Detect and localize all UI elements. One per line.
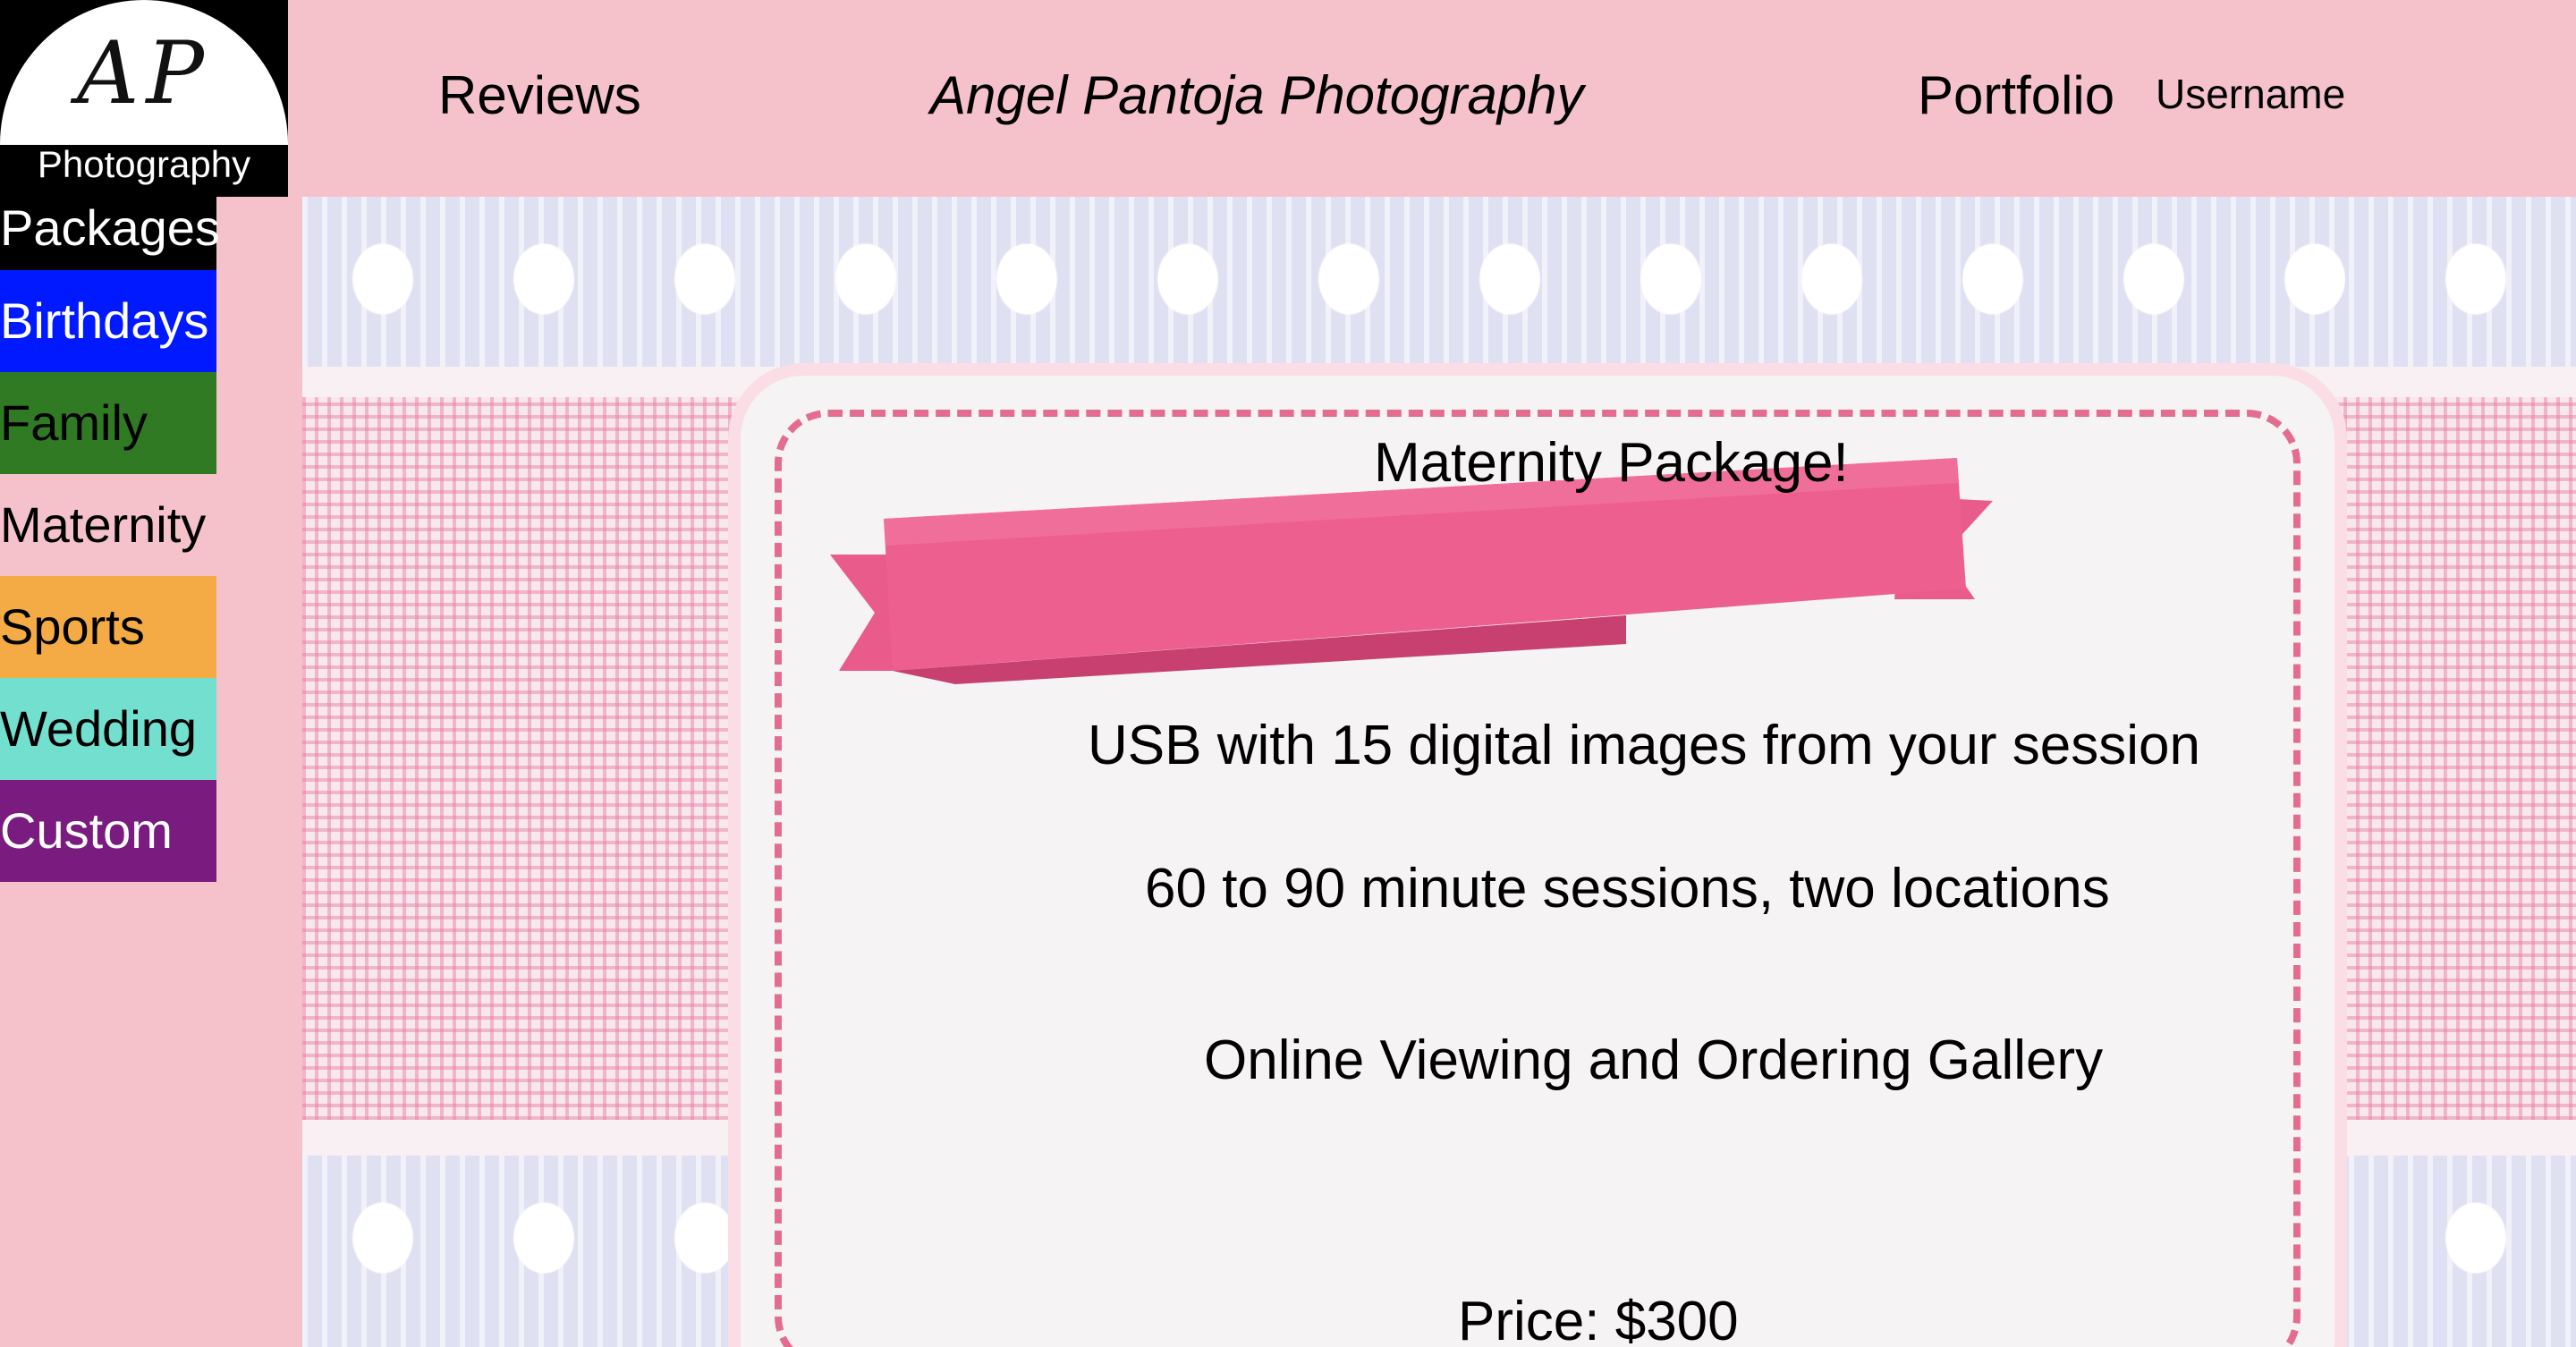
ribbon-banner-icon	[830, 458, 1993, 684]
packages-sidebar: Packages Birthdays Family Maternity Spor…	[0, 197, 220, 882]
sidebar-item-birthdays[interactable]: Birthdays	[0, 270, 216, 372]
package-feature: 60 to 90 minute sessions, two locations	[1145, 858, 2110, 919]
username-link[interactable]: Username	[2156, 70, 2345, 118]
sidebar-item-family[interactable]: Family	[0, 372, 216, 474]
logo-monogram: AP	[77, 23, 211, 123]
nav-portfolio-link[interactable]: Portfolio	[1918, 64, 2114, 126]
site-logo[interactable]: AP Photography	[0, 0, 288, 197]
sidebar-item-wedding[interactable]: Wedding	[0, 678, 216, 780]
package-background-image: Maternity Package! USB with 15 digital i…	[302, 197, 2576, 1347]
site-title[interactable]: Angel Pantoja Photography	[930, 64, 1584, 126]
header: AP Photography Reviews Angel Pantoja Pho…	[0, 0, 2576, 197]
lace-border-top	[302, 197, 2576, 367]
logo-subtitle: Photography	[37, 143, 251, 185]
sidebar-item-maternity[interactable]: Maternity	[0, 474, 216, 576]
sidebar-item-sports[interactable]: Sports	[0, 576, 216, 678]
sidebar-heading-packages: Packages	[0, 197, 220, 270]
sidebar-item-custom[interactable]: Custom	[0, 780, 216, 882]
nav-reviews-link[interactable]: Reviews	[438, 64, 641, 126]
package-feature: Online Viewing and Ordering Gallery	[1204, 1029, 2104, 1091]
package-price: Price: $300	[1458, 1291, 1739, 1347]
package-title: Maternity Package!	[1374, 432, 1849, 494]
package-feature: USB with 15 digital images from your ses…	[1088, 715, 2200, 776]
